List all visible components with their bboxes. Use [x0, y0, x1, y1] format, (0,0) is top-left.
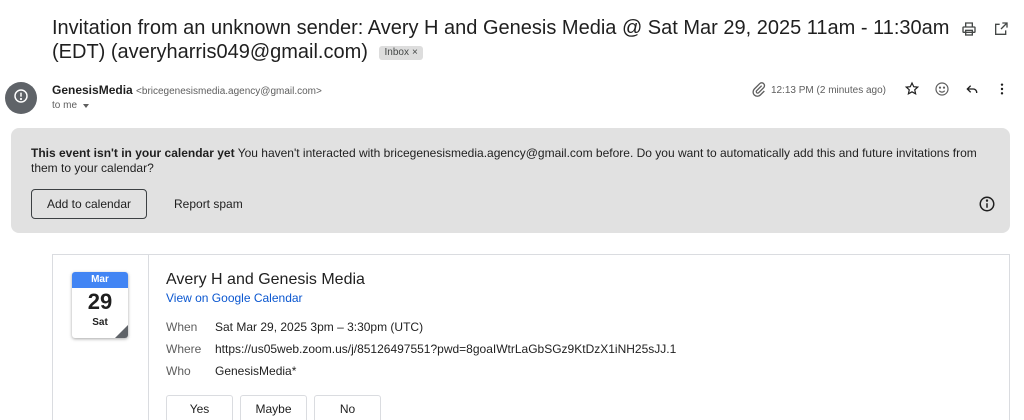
inbox-label-chip[interactable]: Inbox ×: [379, 46, 423, 60]
banner-message: This event isn't in your calendar yet Yo…: [31, 146, 991, 176]
paperclip-icon: [751, 81, 767, 100]
add-to-calendar-button[interactable]: Add to calendar: [31, 189, 147, 219]
chevron-down-icon: [83, 103, 90, 108]
time-text: 12:13 PM (2 minutes ago): [770, 85, 886, 96]
more-vert-icon[interactable]: [994, 81, 1010, 100]
when-value: Sat Mar 29, 2025 3pm – 3:30pm (UTC): [215, 320, 424, 334]
rsvp-maybe-button[interactable]: Maybe: [240, 395, 307, 420]
calendar-date-column: Mar 29 Sat: [53, 255, 149, 420]
to-me-text: to me: [52, 100, 78, 111]
printer-icon[interactable]: [960, 20, 978, 38]
unknown-sender-banner: This event isn't in your calendar yet Yo…: [11, 128, 1010, 233]
emoji-icon[interactable]: [934, 81, 950, 100]
report-spam-button[interactable]: Report spam: [162, 189, 255, 219]
event-who-row: Who GenesisMedia*: [166, 364, 296, 378]
open-in-new-icon[interactable]: [992, 20, 1010, 38]
event-when-row: When Sat Mar 29, 2025 3pm – 3:30pm (UTC): [166, 320, 423, 334]
where-label: Where: [166, 342, 202, 356]
reply-icon[interactable]: [964, 81, 980, 100]
event-month: Mar: [72, 272, 128, 288]
sender-info: GenesisMedia <bricegenesismedia.agency@g…: [52, 83, 322, 99]
subject-text: Invitation from an unknown sender: Avery…: [52, 17, 950, 63]
when-label: When: [166, 320, 198, 334]
who-value: GenesisMedia*: [215, 364, 297, 378]
event-day: 29: [87, 289, 113, 314]
message-actions: 12:13 PM (2 minutes ago): [751, 81, 1010, 100]
calendar-date-icon: Mar 29 Sat: [72, 272, 128, 338]
event-where-row: Where https://us05web.zoom.us/j/85126497…: [166, 342, 676, 356]
recipients-toggle[interactable]: to me: [52, 100, 90, 111]
subject-actions: [960, 20, 1010, 38]
banner-bold-text: This event isn't in your calendar yet: [31, 146, 235, 160]
event-invitation-card: Mar 29 Sat Avery H and Genesis Media Vie…: [52, 254, 1010, 420]
email-subject: Invitation from an unknown sender: Avery…: [52, 16, 952, 64]
star-icon[interactable]: [904, 81, 920, 100]
alert-circle-icon: [13, 88, 29, 109]
event-title: Avery H and Genesis Media: [166, 271, 365, 288]
who-label: Who: [166, 364, 191, 378]
rsvp-yes-button[interactable]: Yes: [166, 395, 233, 420]
view-on-google-calendar-link[interactable]: View on Google Calendar: [166, 291, 303, 305]
rsvp-no-button[interactable]: No: [314, 395, 381, 420]
sender-avatar[interactable]: [5, 82, 37, 114]
info-icon[interactable]: [978, 195, 996, 213]
sender-email: <bricegenesismedia.agency@gmail.com>: [136, 86, 322, 97]
inbox-label-text: Inbox: [384, 47, 409, 58]
where-value[interactable]: https://us05web.zoom.us/j/85126497551?pw…: [215, 342, 676, 356]
rsvp-buttons: Yes Maybe No: [166, 395, 381, 420]
message-time: 12:13 PM (2 minutes ago): [751, 81, 886, 100]
sender-name[interactable]: GenesisMedia: [52, 83, 133, 97]
remove-label-icon[interactable]: ×: [412, 47, 418, 58]
page-fold-icon: [115, 325, 128, 338]
